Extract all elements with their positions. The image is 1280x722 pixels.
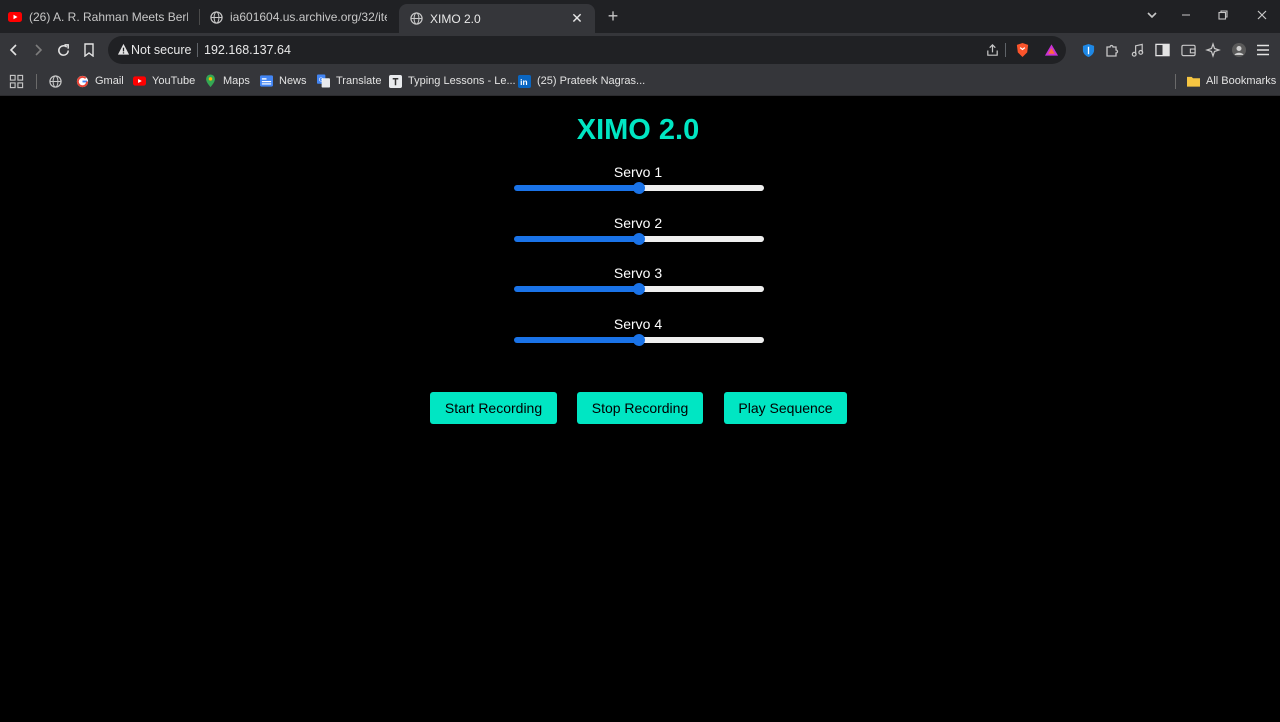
servo-2-label: Servo 2 — [613, 215, 663, 231]
slider-thumb[interactable] — [633, 182, 645, 194]
servo-1-slider[interactable] — [514, 182, 764, 194]
svg-text:G: G — [319, 77, 323, 83]
bookmark-label: Maps — [223, 75, 250, 87]
sidebar-icon[interactable] — [1152, 40, 1172, 60]
security-status[interactable]: Not secure — [131, 43, 191, 57]
browser-toolbar: Not secure 192.168.137.64 — [0, 33, 1280, 67]
share-icon[interactable] — [983, 41, 1001, 59]
bookmark-youtube[interactable]: YouTube — [133, 72, 195, 90]
address-bar[interactable]: Not secure 192.168.137.64 — [108, 36, 1066, 64]
address-divider — [1005, 43, 1006, 57]
slider-fill — [514, 236, 639, 242]
extensions-icon[interactable] — [1102, 40, 1122, 60]
slider-thumb[interactable] — [633, 283, 645, 295]
bookmark-label: Gmail — [95, 75, 124, 87]
youtube-icon — [8, 10, 22, 24]
tab-archive[interactable]: ia601604.us.archive.org/32/items/a — [209, 4, 387, 30]
slider-fill — [514, 286, 639, 292]
tab-title: (26) A. R. Rahman Meets Berklee - T — [29, 10, 188, 24]
servo-4-slider[interactable] — [514, 334, 764, 346]
globe-icon[interactable] — [49, 72, 62, 90]
forward-icon[interactable] — [27, 39, 49, 61]
tab-search-dropdown-icon[interactable] — [1141, 6, 1163, 28]
svg-text:in: in — [520, 77, 527, 87]
translate-icon: G — [317, 74, 330, 88]
slider-fill — [514, 185, 639, 191]
news-icon — [260, 75, 273, 88]
bookmark-divider — [1175, 74, 1176, 89]
globe-icon — [209, 10, 223, 24]
typing-icon — [389, 74, 402, 88]
close-window-button[interactable] — [1251, 6, 1273, 28]
slider-track — [639, 337, 764, 343]
close-tab-icon[interactable]: ✕ — [569, 10, 585, 26]
google-icon — [76, 75, 89, 88]
all-bookmarks-label: All Bookmarks — [1206, 75, 1277, 87]
tab-title: ia601604.us.archive.org/32/items/a — [230, 10, 387, 24]
back-icon[interactable] — [3, 39, 25, 61]
minimize-button[interactable] — [1175, 6, 1197, 28]
youtube-icon — [133, 75, 146, 88]
servo-4-label: Servo 4 — [613, 316, 663, 332]
restore-button[interactable] — [1212, 6, 1234, 28]
bookmark-news[interactable]: News — [260, 72, 307, 90]
apps-icon[interactable] — [9, 72, 24, 90]
servo-3-label: Servo 3 — [613, 265, 663, 281]
bookmark-label: Typing Lessons - Le... — [408, 75, 516, 87]
bookmark-maps[interactable]: Maps — [204, 72, 250, 90]
folder-icon — [1187, 75, 1200, 88]
page-title: XIMO 2.0 — [576, 114, 700, 146]
play-sequence-button[interactable]: Play Sequence — [724, 392, 847, 424]
servo-3-slider[interactable] — [514, 283, 764, 295]
tab-strip: (26) A. R. Rahman Meets Berklee - T ia60… — [0, 0, 1280, 33]
media-icon[interactable] — [1127, 40, 1147, 60]
menu-icon[interactable] — [1253, 40, 1273, 60]
slider-track — [639, 185, 764, 191]
bookmark-typing-lessons[interactable]: Typing Lessons - Le... — [389, 72, 516, 90]
globe-icon — [409, 12, 423, 26]
tab-title: XIMO 2.0 — [430, 11, 481, 26]
tab-youtube[interactable]: (26) A. R. Rahman Meets Berklee - T — [8, 4, 188, 30]
bookmarks-bar: Gmail YouTube Maps News G Translate Typi… — [0, 67, 1280, 96]
slider-track — [639, 236, 764, 242]
brave-shields-icon[interactable] — [1013, 41, 1031, 59]
reload-icon[interactable] — [52, 39, 74, 61]
servo-2-slider[interactable] — [514, 233, 764, 245]
bookmark-label: Translate — [336, 75, 382, 87]
linkedin-icon: in — [518, 74, 531, 88]
brave-rewards-icon[interactable] — [1042, 41, 1060, 59]
vpn-shield-icon[interactable] — [1078, 40, 1098, 60]
bookmark-icon[interactable] — [78, 39, 100, 61]
profile-avatar-icon[interactable] — [1229, 40, 1249, 60]
bookmark-label: News — [279, 75, 307, 87]
bookmark-gmail[interactable]: Gmail — [76, 72, 124, 90]
start-recording-button[interactable]: Start Recording — [430, 392, 557, 424]
wallet-icon[interactable] — [1178, 40, 1198, 60]
warning-icon[interactable] — [117, 43, 131, 57]
bookmark-label: (25) Prateek Nagras... — [537, 75, 646, 87]
slider-track — [639, 286, 764, 292]
slider-fill — [514, 337, 639, 343]
bookmark-linkedin[interactable]: in (25) Prateek Nagras... — [518, 72, 645, 90]
tab-divider — [199, 9, 200, 25]
slider-thumb[interactable] — [633, 233, 645, 245]
address-divider — [197, 43, 198, 57]
tab-ximo-active[interactable]: XIMO 2.0 ✕ — [399, 4, 595, 33]
bookmark-translate[interactable]: G Translate — [317, 72, 381, 90]
servo-1-label: Servo 1 — [613, 164, 663, 180]
url-text[interactable]: 192.168.137.64 — [204, 43, 291, 57]
leo-ai-icon[interactable] — [1203, 40, 1223, 60]
bookmark-divider — [36, 74, 37, 89]
page-content: XIMO 2.0 Servo 1 Servo 2 Servo 3 Servo 4… — [0, 96, 1280, 722]
maps-icon — [204, 74, 217, 88]
stop-recording-button[interactable]: Stop Recording — [577, 392, 703, 424]
slider-thumb[interactable] — [633, 334, 645, 346]
new-tab-button[interactable]: + — [603, 6, 623, 26]
bookmark-label: YouTube — [152, 75, 196, 87]
all-bookmarks[interactable]: All Bookmarks — [1187, 72, 1276, 90]
